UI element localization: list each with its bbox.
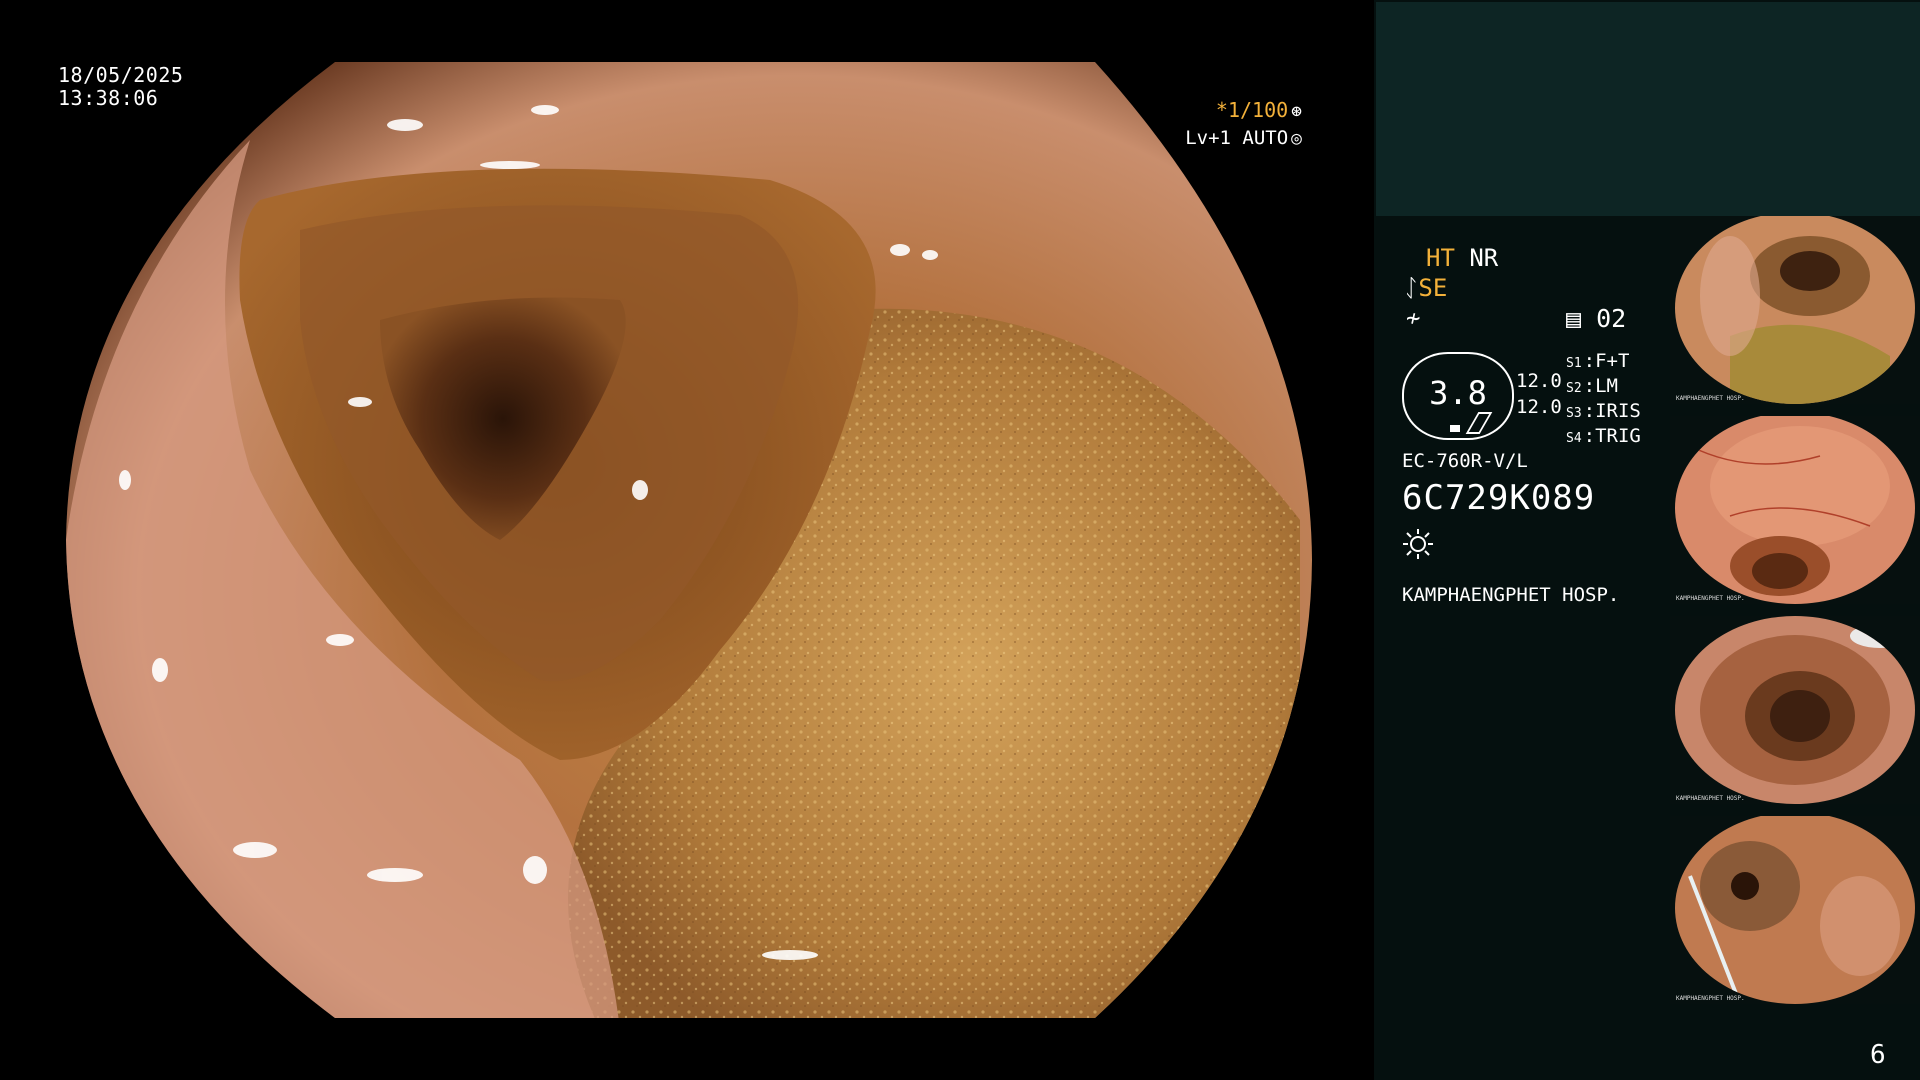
endoscope-main-view: 18/05/2025 13:38:06 *1/100 ⊛ Lv+1 AUTO ◎ bbox=[0, 0, 1374, 1080]
thumbnail-image bbox=[1675, 416, 1915, 604]
thumbnail-image bbox=[1675, 216, 1915, 404]
switch-key: S3 bbox=[1566, 406, 1582, 421]
se-label: SE bbox=[1418, 274, 1448, 302]
zoom-badge: 3.8 bbox=[1402, 352, 1514, 440]
switch-value: IRIS bbox=[1595, 400, 1641, 422]
zoom-marker bbox=[1450, 425, 1460, 432]
top-panel-block bbox=[1376, 2, 1920, 216]
switch-s1: S1:F+T bbox=[1566, 350, 1630, 372]
light-icon bbox=[1403, 529, 1433, 559]
time-text: 13:38:06 bbox=[58, 86, 159, 110]
signal-icon: ≁ bbox=[1406, 304, 1421, 332]
scope-model: EC-760R-V/L bbox=[1402, 450, 1528, 472]
scope-serial: 6C729K089 bbox=[1402, 478, 1596, 518]
nr-label: NR bbox=[1469, 244, 1499, 272]
exposure-indicator: *1/100 ⊛ bbox=[1216, 98, 1302, 122]
thumbnail-1[interactable]: KAMPHAENGPHET HOSP. bbox=[1670, 216, 1920, 404]
scope-icon: ᛇ bbox=[1404, 274, 1419, 302]
auto-iris-icon: ◎ bbox=[1291, 128, 1302, 149]
switch-s4: S4:TRIG bbox=[1566, 425, 1641, 447]
memo-icon: ▤ bbox=[1566, 304, 1582, 333]
memo-value: 02 bbox=[1596, 304, 1627, 333]
memo-counter: ▤ 02 bbox=[1566, 304, 1626, 333]
thumbnail-4[interactable]: KAMPHAENGPHET HOSP. bbox=[1670, 816, 1920, 1004]
thumbnail-2[interactable]: KAMPHAENGPHET HOSP. bbox=[1670, 416, 1920, 604]
switch-value: LM bbox=[1595, 375, 1618, 397]
switch-s2: S2:LM bbox=[1566, 375, 1618, 397]
scope-info-panel: HT NR ᛇSE ≁ ▤ 02 3.8 12.0 12.0 S1:F+T S2… bbox=[1374, 216, 1670, 1080]
level-text: Lv+1 AUTO bbox=[1185, 127, 1289, 149]
switch-value: TRIG bbox=[1595, 425, 1641, 447]
endoscopic-image bbox=[66, 62, 1312, 1018]
thumbnail-image bbox=[1675, 816, 1915, 1004]
switch-key: S4 bbox=[1566, 431, 1582, 446]
thumbnail-caption: KAMPHAENGPHET HOSP. bbox=[1676, 795, 1745, 802]
hospital-name: KAMPHAENGPHET HOSP. bbox=[1402, 584, 1620, 606]
brightness-level-indicator: Lv+1 AUTO ◎ bbox=[1185, 127, 1302, 149]
date-text: 18/05/2025 bbox=[58, 63, 184, 87]
thumbnail-caption: KAMPHAENGPHET HOSP. bbox=[1676, 395, 1745, 402]
switch-value: F+T bbox=[1595, 350, 1630, 372]
page-number: 6 bbox=[1870, 1040, 1886, 1070]
zoom-slash-icon bbox=[1465, 412, 1493, 434]
shutter-speed: *1/100 bbox=[1215, 98, 1289, 122]
switch-s3: S3:IRIS bbox=[1566, 400, 1641, 422]
thumbnail-caption: KAMPHAENGPHET HOSP. bbox=[1676, 595, 1745, 602]
ht-label: HT bbox=[1426, 244, 1455, 272]
datetime-display: 18/05/2025 13:38:06 bbox=[58, 64, 183, 110]
zoom-value: 3.8 bbox=[1429, 374, 1487, 412]
aperture-icon: ⊛ bbox=[1291, 101, 1302, 122]
value-one: 12.0 bbox=[1516, 370, 1562, 392]
value-two: 12.0 bbox=[1516, 396, 1562, 418]
thumbnail-image bbox=[1675, 616, 1915, 804]
switch-key: S1 bbox=[1566, 356, 1582, 371]
ht-nr-status: HT NR bbox=[1426, 244, 1498, 272]
thumbnail-caption: KAMPHAENGPHET HOSP. bbox=[1676, 995, 1745, 1002]
switch-key: S2 bbox=[1566, 381, 1582, 396]
se-status: ᛇSE bbox=[1404, 274, 1447, 302]
thumbnail-3[interactable]: KAMPHAENGPHET HOSP. bbox=[1670, 616, 1920, 804]
